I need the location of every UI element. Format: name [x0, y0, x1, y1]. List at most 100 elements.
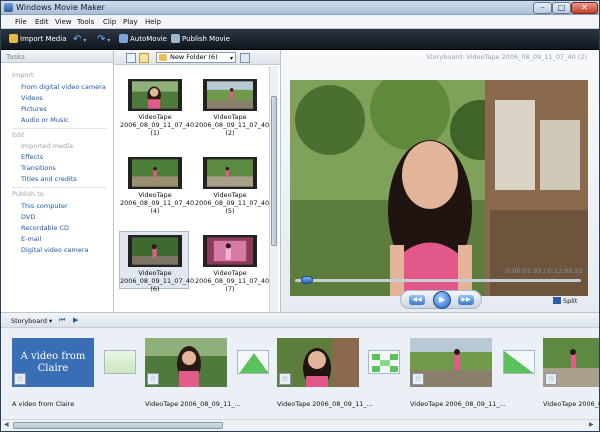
- storyboard-transition[interactable]: [104, 350, 136, 374]
- clip-label-line1: VideoTape: [138, 269, 172, 277]
- toolbar: Import Media ↶ ▾ ↷ ▾ AutoMovie Publish M…: [1, 29, 599, 50]
- folder-name: New Folder (6): [170, 53, 218, 61]
- storyboard-strip: A video from Claire ☆ ☆ ☆ ☆ ☆ A video fr…: [1, 328, 600, 419]
- preview-time: 0:00:07.93 / 0:12:05.55: [505, 267, 583, 275]
- star-icon: ☆: [14, 373, 26, 385]
- clip-thumbnail: [203, 79, 257, 111]
- rewind-storyboard-button[interactable]: ⏮: [59, 316, 65, 325]
- menu-clip[interactable]: Clip: [103, 18, 116, 26]
- tasks-section-publish: Publish to: [12, 190, 44, 198]
- collection-scrollbar[interactable]: [269, 66, 278, 312]
- split-icon: [553, 297, 561, 304]
- task-imported-media: Imported media: [21, 142, 74, 150]
- clip-thumbnail: [203, 235, 257, 267]
- publish-movie-button[interactable]: Publish Movie: [171, 34, 230, 45]
- folder-dropdown[interactable]: New Folder (6) ▾: [156, 52, 236, 63]
- app-icon: [4, 3, 13, 12]
- task-import-pictures[interactable]: Pictures: [21, 105, 47, 113]
- import-media-button[interactable]: Import Media: [9, 34, 66, 45]
- seek-handle[interactable]: [301, 276, 314, 284]
- chevron-down-icon: ▾: [229, 55, 233, 62]
- storyboard-scrollbar[interactable]: ◀ ▶: [1, 419, 599, 431]
- task-from-camera[interactable]: From digital video camera: [21, 83, 106, 91]
- task-transitions[interactable]: Transitions: [21, 164, 56, 172]
- clip-label-line1: VideoTape: [213, 113, 247, 121]
- undo-button[interactable]: ↶ ▾: [73, 34, 86, 45]
- storyboard-video-clip[interactable]: ☆: [145, 338, 227, 387]
- clip-thumbnail: [128, 79, 182, 111]
- collection-clip[interactable]: VideoTape 2006_08_09_11_07_40 (1): [119, 75, 194, 137]
- storyboard-transition[interactable]: [237, 350, 269, 374]
- menu-edit[interactable]: Edit: [35, 18, 49, 26]
- import-icon: [9, 34, 18, 43]
- view-options-button[interactable]: [240, 53, 250, 63]
- close-button[interactable]: ✕: [571, 2, 598, 14]
- clip-label-line1: VideoTape: [213, 191, 247, 199]
- split-button[interactable]: Split: [553, 297, 577, 305]
- collection-pane: New Folder (6) ▾ VideoTape 2006_08_09_11…: [114, 50, 281, 312]
- storyboard-caption: VideoTape 2006_08_09_11_...: [145, 400, 241, 408]
- storyboard-video-clip[interactable]: ☆: [410, 338, 492, 387]
- task-import-videos[interactable]: Videos: [21, 94, 43, 102]
- menu-play[interactable]: Play: [123, 18, 138, 26]
- star-icon: ☆: [279, 373, 291, 385]
- storyboard-transition[interactable]: [368, 350, 400, 374]
- task-publish-camera[interactable]: Digital video camera: [21, 246, 89, 254]
- clip-label-line1: VideoTape: [138, 113, 172, 121]
- collection-clip[interactable]: VideoTape 2006_08_09_11_07_40 (7): [194, 231, 269, 293]
- storyboard-transition[interactable]: [503, 350, 535, 374]
- tasks-pane: Tasks Import From digital video camera V…: [1, 50, 114, 312]
- redo-button[interactable]: ↷ ▾: [97, 34, 110, 45]
- storyboard-video-clip[interactable]: ☆: [277, 338, 359, 387]
- tasks-view-button[interactable]: [126, 53, 136, 63]
- collection-clip[interactable]: VideoTape 2006_08_09_11_07_40 (4): [119, 153, 194, 215]
- scrollbar-thumb[interactable]: [13, 422, 223, 429]
- tasks-divider: [12, 128, 107, 129]
- storyboard-video-clip[interactable]: ☆: [543, 338, 599, 387]
- scroll-left-icon[interactable]: ◀: [4, 421, 9, 428]
- tasks-section-import: Import: [12, 71, 34, 79]
- collection-clip-selected[interactable]: VideoTape 2006_08_09_11_07_40 (6): [119, 231, 194, 293]
- maximize-button[interactable]: □: [552, 2, 571, 14]
- clip-label-line2: 2006_08_09_11_07_40 (7): [195, 277, 270, 293]
- task-publish-cd[interactable]: Recordable CD: [21, 224, 69, 232]
- next-frame-button[interactable]: ▶▶: [458, 295, 474, 305]
- task-import-audio[interactable]: Audio or Music: [21, 116, 69, 124]
- menu-file[interactable]: File: [15, 18, 27, 26]
- task-effects[interactable]: Effects: [21, 153, 43, 161]
- title-bar: Windows Movie Maker – □ ✕: [1, 1, 599, 15]
- tasks-divider: [12, 187, 107, 188]
- previous-frame-button[interactable]: ◀◀: [409, 295, 425, 305]
- clip-label-line2: 2006_08_09_11_07_40 (6): [120, 277, 195, 293]
- publish-icon: [171, 34, 180, 43]
- clip-thumbnail: [128, 157, 182, 189]
- seek-bar[interactable]: [295, 279, 581, 282]
- minimize-button[interactable]: –: [533, 2, 552, 14]
- play-button[interactable]: ▶: [433, 291, 451, 309]
- clip-label-line2: 2006_08_09_11_07_40 (5): [195, 199, 270, 215]
- automovie-button[interactable]: AutoMovie: [119, 34, 167, 45]
- scrollbar-thumb[interactable]: [271, 96, 277, 246]
- menu-tools[interactable]: Tools: [77, 18, 94, 26]
- scroll-right-icon[interactable]: ▶: [589, 421, 594, 428]
- storyboard-caption: VideoTape 2006_08_...: [543, 400, 600, 408]
- storyboard-title-clip[interactable]: A video from Claire ☆: [12, 338, 94, 387]
- task-titles-credits[interactable]: Titles and credits: [21, 175, 77, 183]
- storyboard-caption: A video from Claire: [12, 400, 75, 408]
- task-publish-computer[interactable]: This computer: [21, 202, 68, 210]
- menu-help[interactable]: Help: [145, 18, 161, 26]
- automovie-icon: [119, 34, 128, 43]
- menu-view[interactable]: View: [55, 18, 72, 26]
- collection-clip[interactable]: VideoTape 2006_08_09_11_07_40 (5): [194, 153, 269, 215]
- preview-monitor: [290, 80, 588, 296]
- task-publish-email[interactable]: E-mail: [21, 235, 41, 243]
- task-publish-dvd[interactable]: DVD: [21, 213, 35, 221]
- app-window: Windows Movie Maker – □ ✕ File Edit View…: [0, 0, 600, 432]
- clip-label-line2: 2006_08_09_11_07_40 (1): [120, 121, 195, 137]
- collections-view-button[interactable]: [139, 53, 149, 63]
- play-storyboard-button[interactable]: ▶: [73, 316, 78, 324]
- storyboard-view-dropdown[interactable]: Storyboard ▾: [11, 317, 52, 325]
- storyboard-caption: VideoTape 2006_08_09_11_...: [277, 400, 373, 408]
- storyboard-caption: VideoTape 2006_08_09_11_...: [410, 400, 506, 408]
- collection-clip[interactable]: VideoTape 2006_08_09_11_07_40 (2): [194, 75, 269, 137]
